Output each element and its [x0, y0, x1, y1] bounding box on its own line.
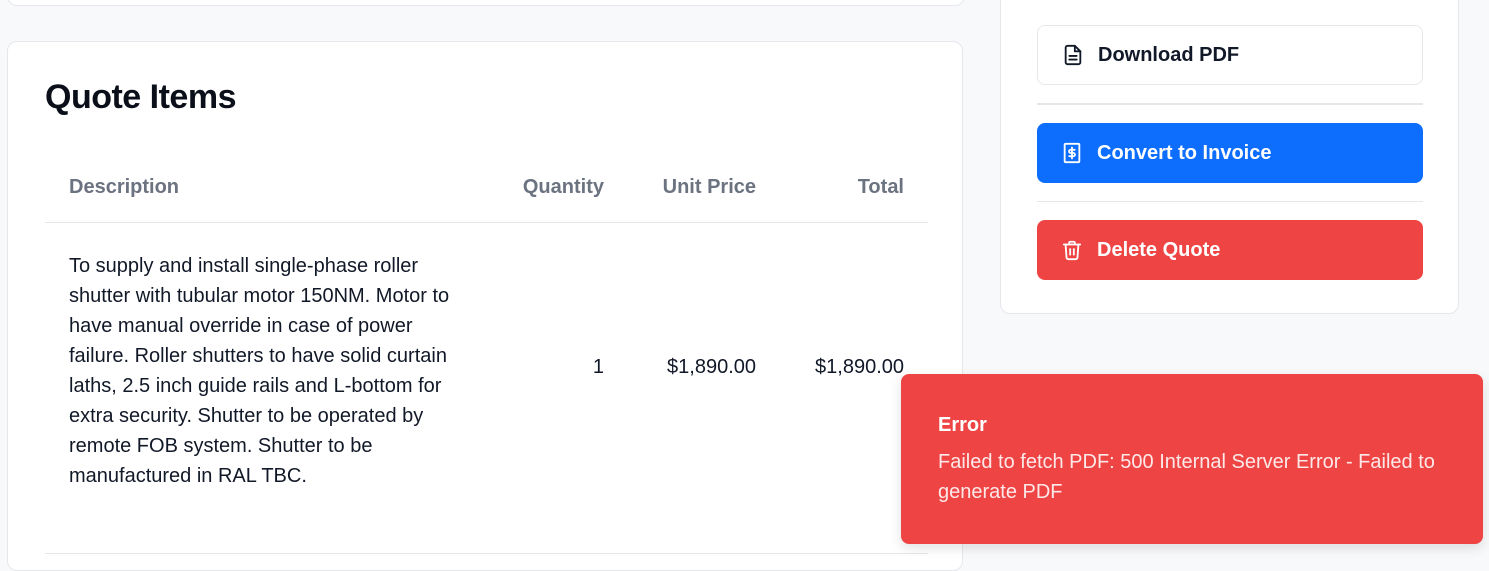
delete-quote-label: Delete Quote: [1097, 238, 1221, 261]
column-header-unit-price: Unit Price: [662, 176, 756, 198]
download-pdf-button[interactable]: Download PDF: [1037, 25, 1423, 85]
download-pdf-label: Download PDF: [1098, 43, 1240, 66]
delete-quote-button[interactable]: Delete Quote: [1037, 220, 1423, 280]
quote-items-card: Quote Items Description Quantity Unit Pr…: [7, 41, 963, 571]
convert-to-invoice-button[interactable]: Convert to Invoice: [1037, 123, 1423, 183]
divider: [1037, 103, 1423, 105]
error-toast[interactable]: Error Failed to fetch PDF: 500 Internal …: [901, 374, 1483, 544]
trash-icon: [1062, 240, 1082, 261]
toast-message: Failed to fetch PDF: 500 Internal Server…: [938, 451, 1435, 503]
divider: [1037, 201, 1423, 202]
previous-card: [7, 0, 965, 6]
column-header-quantity: Quantity: [522, 176, 604, 198]
item-total: $1,890.00: [815, 356, 904, 378]
quote-items-title: Quote Items: [45, 78, 236, 116]
toast-title: Error: [938, 414, 987, 436]
item-quantity: 1: [592, 356, 604, 378]
convert-to-invoice-label: Convert to Invoice: [1097, 141, 1272, 164]
column-header-description: Description: [69, 176, 180, 198]
actions-card: Download PDF Convert to Invoice Delete Q…: [1000, 0, 1459, 314]
receipt-dollar-icon: [1063, 142, 1081, 164]
item-description: To supply and install single-phase rolle…: [69, 255, 450, 487]
table-header: Description Quantity Unit Price Total: [45, 164, 928, 223]
file-icon: [1064, 44, 1082, 66]
item-unit-price: $1,890.00: [667, 356, 756, 378]
table-row: To supply and install single-phase rolle…: [45, 223, 928, 554]
column-header-total: Total: [857, 176, 904, 198]
